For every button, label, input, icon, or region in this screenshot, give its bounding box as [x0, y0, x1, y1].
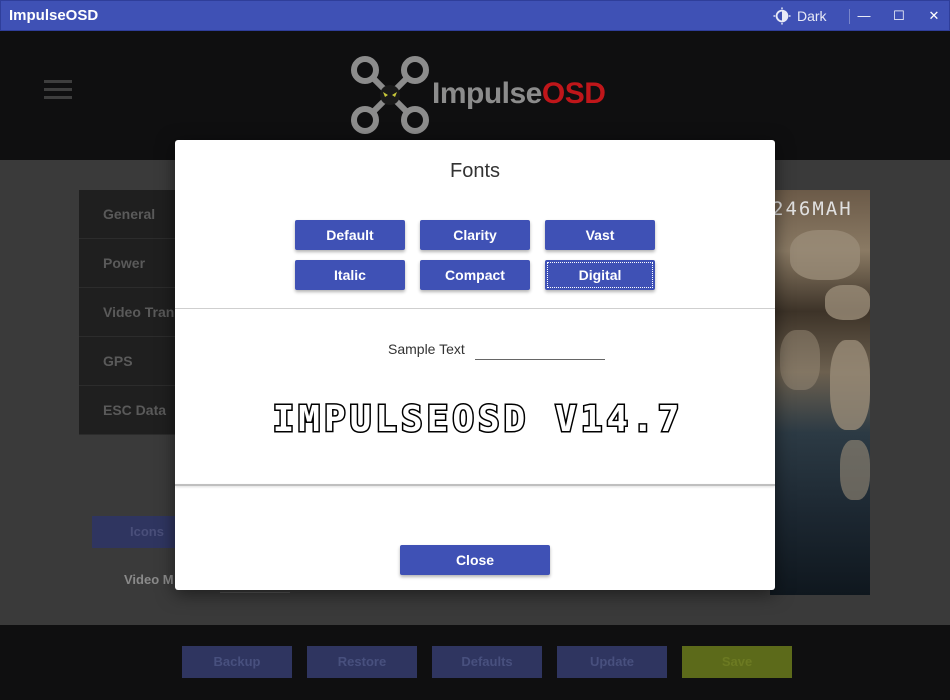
- app-logo: ImpulseOSD: [350, 55, 610, 135]
- dialog-title: Fonts: [449, 160, 501, 182]
- osd-mah-readout: 246MAH: [772, 198, 853, 220]
- logo-text-main: Impulse: [432, 77, 542, 110]
- font-italic-button[interactable]: Italic: [295, 260, 405, 290]
- video-mode-label: Video M: [124, 572, 174, 587]
- logo-text: ImpulseOSD: [432, 77, 606, 111]
- backup-button[interactable]: Backup: [182, 646, 292, 678]
- titlebar-divider: [849, 9, 850, 24]
- title-bar: ImpulseOSD Dark — ☐ ✕: [0, 0, 950, 31]
- sidebar-item-video-transmitter[interactable]: Video Tran: [79, 288, 189, 337]
- font-compact-button[interactable]: Compact: [420, 260, 530, 290]
- save-button[interactable]: Save: [682, 646, 792, 678]
- video-preview: [770, 190, 870, 595]
- window-title: ImpulseOSD: [9, 7, 99, 24]
- font-vast-button[interactable]: Vast: [545, 220, 655, 250]
- font-preview-text: IMPULSEOSD V14.7: [271, 398, 684, 438]
- theme-icon: [773, 7, 791, 25]
- divider: [175, 484, 775, 486]
- sidebar: General Power Video Tran GPS ESC Data: [79, 190, 189, 435]
- sample-text-label: Sample Text: [388, 341, 465, 357]
- font-preview-string: IMPULSEOSD V14.7: [273, 399, 684, 438]
- font-clarity-button[interactable]: Clarity: [420, 220, 530, 250]
- font-digital-button[interactable]: Digital: [545, 260, 655, 290]
- sidebar-item-general[interactable]: General: [79, 190, 189, 239]
- close-window-button[interactable]: ✕: [923, 5, 945, 27]
- menu-icon[interactable]: [44, 80, 72, 100]
- sidebar-item-gps[interactable]: GPS: [79, 337, 189, 386]
- restore-button[interactable]: Restore: [307, 646, 417, 678]
- logo-text-accent: OSD: [541, 77, 606, 110]
- maximize-button[interactable]: ☐: [888, 5, 910, 27]
- defaults-button[interactable]: Defaults: [432, 646, 542, 678]
- theme-toggle[interactable]: Dark: [773, 6, 827, 26]
- font-default-button[interactable]: Default: [295, 220, 405, 250]
- minimize-button[interactable]: —: [853, 5, 875, 27]
- fonts-dialog: Fonts Default Clarity Vast Italic Compac…: [175, 140, 775, 590]
- drone-logo-icon: [351, 56, 429, 134]
- sample-text-input[interactable]: [475, 336, 605, 360]
- sidebar-item-power[interactable]: Power: [79, 239, 189, 288]
- theme-label: Dark: [797, 8, 827, 24]
- divider: [175, 308, 775, 309]
- close-button[interactable]: Close: [400, 545, 550, 575]
- sidebar-item-esc-data[interactable]: ESC Data: [79, 386, 189, 435]
- update-button[interactable]: Update: [557, 646, 667, 678]
